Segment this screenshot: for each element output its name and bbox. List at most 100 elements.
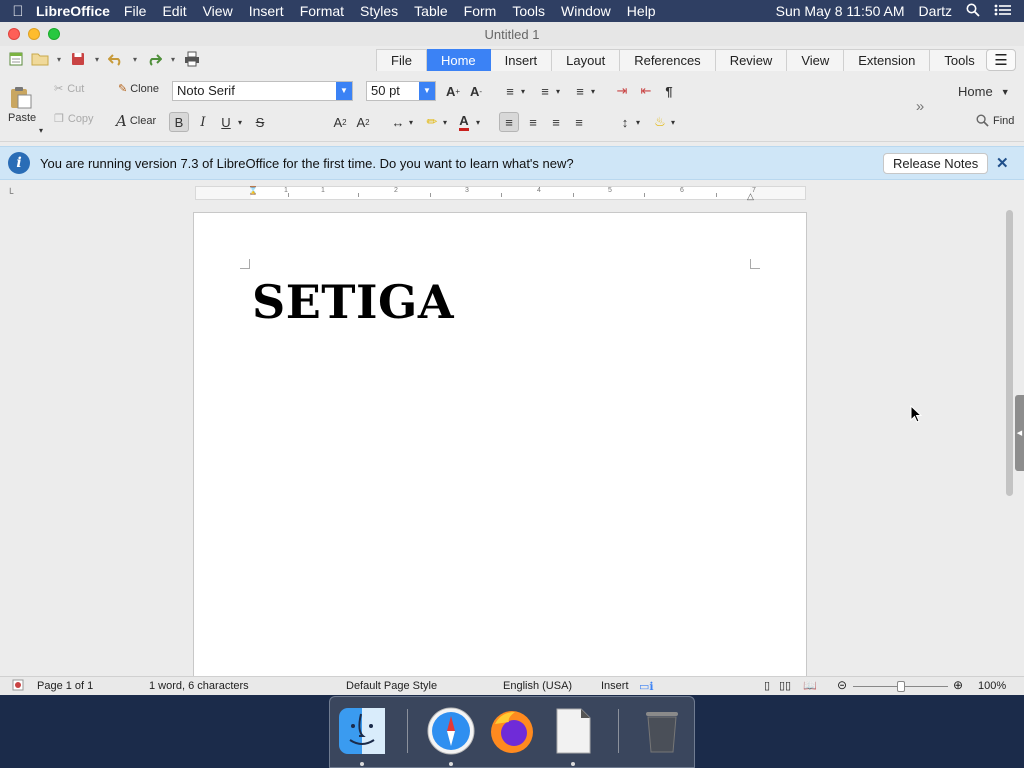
page-count[interactable]: Page 1 of 1 xyxy=(37,680,93,692)
line-spacing-chevron-icon[interactable]: ▾ xyxy=(636,118,640,127)
undo-dropdown-chevron-icon[interactable]: ▾ xyxy=(130,50,140,68)
outline-list-icon[interactable]: ≡ xyxy=(570,81,590,101)
vertical-scrollbar[interactable] xyxy=(1004,210,1014,496)
align-right-icon[interactable]: ≡ xyxy=(546,112,566,132)
language[interactable]: English (USA) xyxy=(503,680,572,692)
open-dropdown-chevron-icon[interactable]: ▾ xyxy=(54,50,64,68)
menubar-app-name[interactable]: LibreOffice xyxy=(36,3,110,19)
cut-button[interactable]: ✂ Cut xyxy=(54,82,84,96)
save-dropdown-chevron-icon[interactable]: ▾ xyxy=(92,50,102,68)
close-window-button[interactable] xyxy=(8,28,20,40)
bold-button[interactable]: B xyxy=(169,112,189,132)
line-spacing-icon[interactable]: ↕ xyxy=(615,112,635,132)
italic-button[interactable]: I xyxy=(193,112,213,132)
zoom-out-icon[interactable]: ⊝ xyxy=(837,678,847,692)
highlight-chevron-icon[interactable]: ▾ xyxy=(443,118,447,127)
menu-table[interactable]: Table xyxy=(414,3,447,19)
menubar-user[interactable]: Dartz xyxy=(919,3,952,19)
decrease-indent-icon[interactable]: ⇤ xyxy=(636,81,656,101)
selection-mode-icon[interactable]: ▭ℹ xyxy=(639,680,654,693)
vertical-scrollbar-thumb[interactable] xyxy=(1006,210,1013,496)
paste-dropdown-chevron-icon[interactable]: ▾ xyxy=(39,126,43,135)
open-folder-icon[interactable] xyxy=(30,50,50,68)
release-notes-button[interactable]: Release Notes xyxy=(883,153,989,174)
menu-insert[interactable]: Insert xyxy=(249,3,284,19)
document-modified-icon[interactable] xyxy=(12,679,24,694)
clone-formatting-button[interactable]: ✎ Clone xyxy=(118,82,159,96)
tab-extension[interactable]: Extension xyxy=(844,49,931,71)
book-view-icon[interactable]: 📖 xyxy=(803,679,817,692)
redo-dropdown-chevron-icon[interactable]: ▾ xyxy=(168,50,178,68)
character-spacing-chevron-icon[interactable]: ▾ xyxy=(409,118,413,127)
insert-mode[interactable]: Insert xyxy=(601,680,629,692)
superscript-icon[interactable]: A2 xyxy=(353,112,373,132)
font-size-combobox[interactable]: 50 pt ▼ xyxy=(366,81,436,101)
grow-font-icon[interactable]: A + xyxy=(443,81,463,101)
word-count[interactable]: 1 word, 6 characters xyxy=(149,680,249,692)
apple-icon[interactable]:  xyxy=(0,3,36,20)
close-icon[interactable]: ✕ xyxy=(996,154,1009,172)
tab-file[interactable]: File xyxy=(376,49,427,71)
justify-icon[interactable]: ≡ xyxy=(569,112,589,132)
menu-format[interactable]: Format xyxy=(300,3,344,19)
clear-formatting-button[interactable]: A Clear xyxy=(116,112,156,130)
strikethrough-button[interactable]: S xyxy=(250,112,270,132)
menu-view[interactable]: View xyxy=(203,3,233,19)
increase-indent-icon[interactable]: ⇥ xyxy=(612,81,632,101)
menu-form[interactable]: Form xyxy=(464,3,497,19)
find-button[interactable]: Find xyxy=(976,114,1014,127)
font-name-combobox[interactable]: Noto Serif ▼ xyxy=(172,81,353,101)
tab-references[interactable]: References xyxy=(620,49,716,71)
horizontal-ruler[interactable]: 1 2 3 4 5 6 7 1 ⌛ △ xyxy=(195,186,806,202)
formatting-marks-icon[interactable]: ¶ xyxy=(659,81,679,101)
firefox-icon[interactable] xyxy=(486,705,538,757)
underline-button[interactable]: U xyxy=(216,112,236,132)
left-indent-marker-icon[interactable]: ⌛ xyxy=(248,186,258,195)
right-indent-marker-icon[interactable]: △ xyxy=(747,191,754,202)
paragraph-background-chevron-icon[interactable]: ▾ xyxy=(671,118,675,127)
libreoffice-icon[interactable] xyxy=(547,705,599,757)
menu-tools[interactable]: Tools xyxy=(512,3,545,19)
sidebar-toggle-icon[interactable]: ◀ xyxy=(1015,395,1024,471)
undo-icon[interactable] xyxy=(106,50,126,68)
tab-insert[interactable]: Insert xyxy=(490,49,553,71)
numbered-list-chevron-icon[interactable]: ▾ xyxy=(556,87,560,96)
menu-help[interactable]: Help xyxy=(627,3,656,19)
zoom-slider-knob[interactable] xyxy=(897,681,905,692)
menubar-datetime[interactable]: Sun May 8 11:50 AM xyxy=(776,3,905,19)
paste-button[interactable]: Paste xyxy=(8,86,36,124)
tab-home[interactable]: Home xyxy=(426,49,491,71)
bullet-list-icon[interactable]: ≡ xyxy=(500,81,520,101)
character-spacing-icon[interactable]: ↔ xyxy=(388,112,408,132)
zoom-window-button[interactable] xyxy=(48,28,60,40)
subscript-icon[interactable]: A2 xyxy=(330,112,350,132)
menu-hamburger-icon[interactable]: ☰ xyxy=(986,49,1016,71)
highlight-icon[interactable]: ✏ xyxy=(422,112,442,132)
font-name-chevron-down-icon[interactable]: ▼ xyxy=(336,82,352,100)
finder-icon[interactable] xyxy=(336,705,388,757)
align-center-icon[interactable]: ≡ xyxy=(523,112,543,132)
shrink-font-icon[interactable]: A- xyxy=(466,81,486,101)
menu-file[interactable]: File xyxy=(124,3,147,19)
tab-tools[interactable]: Tools xyxy=(930,49,990,71)
zoom-in-icon[interactable]: ⊕ xyxy=(953,678,963,692)
new-document-icon[interactable] xyxy=(6,50,26,68)
underline-dropdown-chevron-icon[interactable]: ▾ xyxy=(238,118,242,127)
tab-stop-type-icon[interactable]: └ xyxy=(7,188,13,198)
trash-icon[interactable] xyxy=(636,705,688,757)
menu-styles[interactable]: Styles xyxy=(360,3,398,19)
document-text[interactable]: SETIGA xyxy=(252,275,454,329)
menu-edit[interactable]: Edit xyxy=(162,3,186,19)
home-context-dropdown[interactable]: Home ▼ xyxy=(958,84,1010,99)
safari-icon[interactable] xyxy=(425,705,477,757)
copy-button[interactable]: ❐ Copy xyxy=(54,112,94,126)
menu-window[interactable]: Window xyxy=(561,3,611,19)
spotlight-search-icon[interactable] xyxy=(966,3,980,20)
tab-layout[interactable]: Layout xyxy=(552,49,621,71)
tab-review[interactable]: Review xyxy=(715,49,788,71)
font-color-icon[interactable]: A xyxy=(454,112,474,132)
bullet-list-chevron-icon[interactable]: ▾ xyxy=(521,87,525,96)
align-left-icon[interactable]: ≡ xyxy=(499,112,519,132)
page-style[interactable]: Default Page Style xyxy=(346,680,437,692)
save-icon[interactable] xyxy=(68,50,88,68)
